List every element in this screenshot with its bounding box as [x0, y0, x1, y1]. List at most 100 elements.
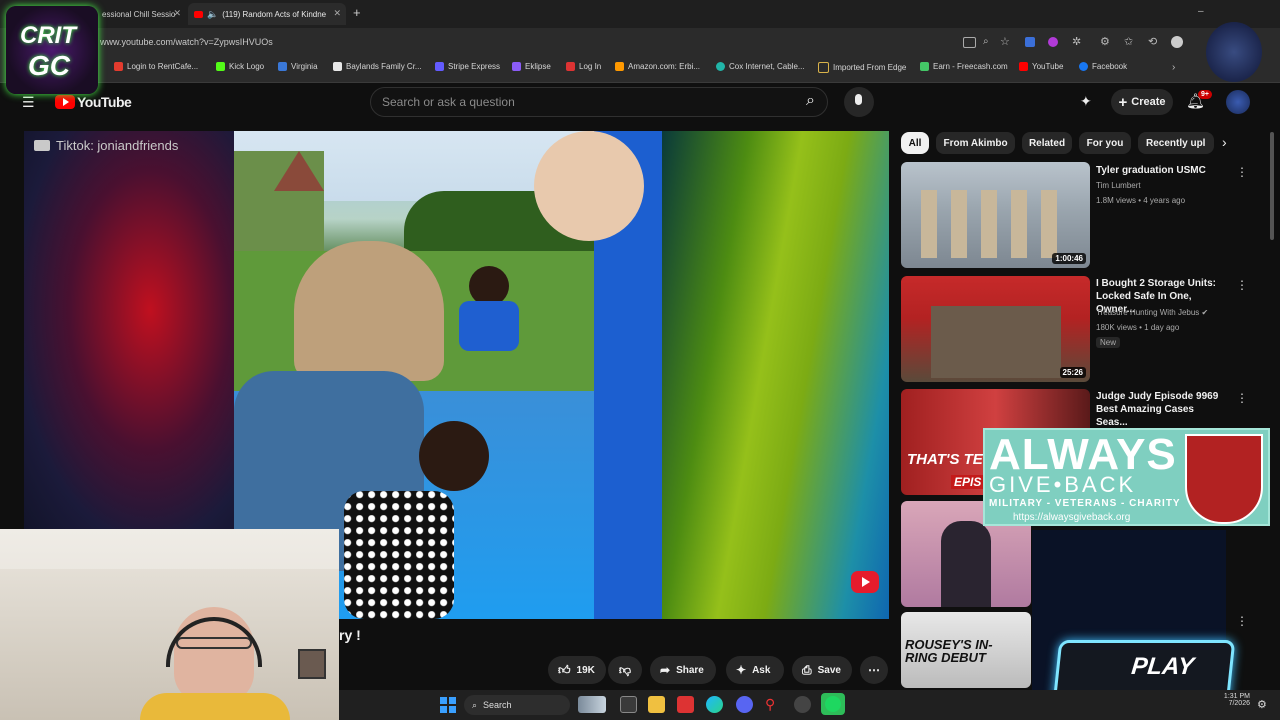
app-icon[interactable] — [794, 696, 811, 713]
like-button[interactable]: 👍︎ 19K — [548, 656, 606, 684]
widget-icon[interactable] — [578, 696, 606, 713]
task-view-icon[interactable] — [620, 696, 637, 713]
favorites-icon[interactable]: ✩ — [1124, 35, 1133, 48]
like-count: 19K — [576, 664, 595, 676]
bookmark-label: Log In — [579, 62, 602, 71]
video-title[interactable]: Judge Judy Episode 9969 Best Amazing Cas… — [1096, 390, 1226, 429]
more-vertical-icon[interactable]: ⋮ — [1236, 614, 1248, 628]
menu-icon[interactable]: ☰ — [22, 94, 35, 111]
save-label: Save — [817, 664, 841, 676]
file-explorer-icon[interactable] — [648, 696, 665, 713]
tiktok-label: Tiktok: joniandfriends — [56, 138, 179, 153]
ask-label: Ask — [752, 664, 771, 676]
youtube-logo-icon[interactable] — [55, 95, 75, 109]
channel-name[interactable]: Tim Lumbert — [1096, 181, 1141, 190]
bookmark-item[interactable]: Login to RentCafe... — [114, 62, 198, 71]
profile-avatar[interactable] — [1171, 36, 1183, 48]
bookmark-item[interactable]: YouTube — [1019, 62, 1063, 71]
app-icon[interactable] — [677, 696, 694, 713]
windows-start-icon[interactable] — [440, 697, 456, 713]
bookmark-label: Stripe Express — [448, 62, 501, 71]
video-thumbnail[interactable]: ROUSEY'S IN-RING DEBUT — [901, 612, 1031, 688]
bookmark-item[interactable]: Baylands Family Cr... — [333, 62, 422, 71]
magic-icon[interactable]: ✦ — [1080, 93, 1092, 110]
bookmark-icon — [1079, 62, 1088, 71]
history-icon[interactable]: ⟲ — [1148, 35, 1157, 48]
dislike-button[interactable]: 👎︎ — [608, 656, 642, 684]
share-button[interactable]: ➦ Share — [650, 656, 716, 684]
discord-icon[interactable] — [736, 696, 753, 713]
ask-button[interactable]: ✦ Ask — [726, 656, 784, 684]
bookmark-item[interactable]: Facebook — [1079, 62, 1127, 71]
close-icon[interactable]: ✕ — [333, 8, 341, 19]
map-pin-icon[interactable]: ⚲ — [765, 696, 782, 713]
more-vertical-icon[interactable]: ⋮ — [1236, 278, 1248, 292]
bookmark-icon — [435, 62, 444, 71]
speaker-icon[interactable]: 🔈 — [207, 9, 218, 20]
edge-icon[interactable] — [706, 696, 723, 713]
more-vertical-icon[interactable]: ⋮ — [1236, 391, 1248, 405]
chip-related[interactable]: Related — [1022, 132, 1072, 154]
video-title[interactable]: Tyler graduation USMC — [1096, 164, 1226, 177]
bookmark-item[interactable]: Amazon.com: Erbi... — [615, 62, 700, 71]
bookmark-icon — [512, 62, 521, 71]
puzzle-icon[interactable]: ✲ — [1072, 35, 1081, 48]
more-vertical-icon[interactable]: ⋮ — [1236, 165, 1248, 179]
search-input[interactable]: Search or ask a question — [382, 95, 515, 109]
bookmark-item[interactable]: Earn - Freecash.com — [920, 62, 1008, 71]
more-actions-button[interactable]: ⋯ — [860, 656, 888, 684]
polka-dress-shape — [344, 491, 454, 619]
chip-for-you[interactable]: For you — [1079, 132, 1131, 154]
chip-from-akimbo[interactable]: From Akimbo — [936, 132, 1015, 154]
taskbar-clock[interactable]: 1:31 PM 7/2026 — [1222, 693, 1250, 707]
close-icon[interactable]: ✕ — [173, 8, 181, 19]
avatar[interactable] — [1226, 90, 1250, 114]
bookmark-item[interactable]: Cox Internet, Cable... — [716, 62, 805, 71]
youtube-logo-text[interactable]: YouTube — [77, 94, 132, 110]
share-label: Share — [676, 664, 704, 676]
extension-icon[interactable] — [1025, 37, 1035, 47]
search-icon[interactable]: ⌕ — [806, 92, 815, 110]
video-title: ry ! — [339, 627, 361, 643]
url-field[interactable]: www.youtube.com/watch?v=ZypwsIHVUOs — [100, 34, 940, 51]
zoom-icon[interactable]: ⌕ — [983, 36, 989, 47]
browser-tab[interactable]: essional Chill Sessio ✕ — [96, 3, 186, 25]
video-thumbnail[interactable]: 1:00:46 — [901, 162, 1090, 268]
save-button[interactable]: ⎙ Save — [792, 656, 852, 684]
tab-label: (119) Random Acts of Kindne — [222, 9, 327, 19]
bookmark-item[interactable]: Log In — [566, 62, 601, 71]
settings-icon[interactable]: ⚙ — [1257, 698, 1267, 711]
scrollbar[interactable] — [1270, 132, 1274, 240]
video-stats: 180K views • 1 day ago — [1096, 323, 1180, 332]
bookmark-folder[interactable]: Imported From Edge — [818, 62, 906, 73]
webcam-overlay — [0, 529, 339, 720]
taskbar-search[interactable]: ⌕ Search — [464, 695, 570, 715]
new-tab-button[interactable]: + — [353, 5, 361, 20]
spotify-icon[interactable] — [821, 693, 845, 715]
minimize-icon[interactable]: – — [1198, 6, 1204, 17]
chevron-right-icon[interactable]: › — [1222, 134, 1227, 150]
chip-all[interactable]: All — [901, 132, 929, 154]
bookmark-label: Eklipse — [525, 62, 551, 71]
bookmark-item[interactable]: Kick Logo — [216, 62, 264, 71]
create-button[interactable]: + Create — [1111, 89, 1173, 115]
channel-name[interactable]: Treasure Hunting With Jebus ✔ — [1096, 308, 1208, 317]
mic-icon — [855, 94, 862, 105]
bookmark-item[interactable]: Eklipse — [512, 62, 551, 71]
reader-icon[interactable] — [963, 37, 976, 48]
youtube-watermark-icon — [851, 571, 879, 593]
logo-text: CRIT — [20, 22, 76, 49]
bookmark-item[interactable]: Stripe Express — [435, 62, 500, 71]
bookmark-icon — [1019, 62, 1028, 71]
settings-icon[interactable]: ⚙ — [1100, 35, 1110, 48]
voice-search-button[interactable] — [844, 87, 874, 117]
extension-icon[interactable] — [1048, 37, 1058, 47]
chip-recently-uploaded[interactable]: Recently upl — [1138, 132, 1214, 154]
video-thumbnail[interactable]: 25:26 — [901, 276, 1090, 382]
bookmark-label: Facebook — [1092, 62, 1128, 71]
create-label: Create — [1131, 96, 1166, 108]
bookmark-item[interactable]: Virginia — [278, 62, 318, 71]
favorite-star-icon[interactable]: ☆ — [1000, 35, 1010, 48]
browser-tab-active[interactable]: 🔈 (119) Random Acts of Kindne ✕ — [188, 3, 346, 25]
chevron-right-icon[interactable]: › — [1172, 62, 1175, 73]
